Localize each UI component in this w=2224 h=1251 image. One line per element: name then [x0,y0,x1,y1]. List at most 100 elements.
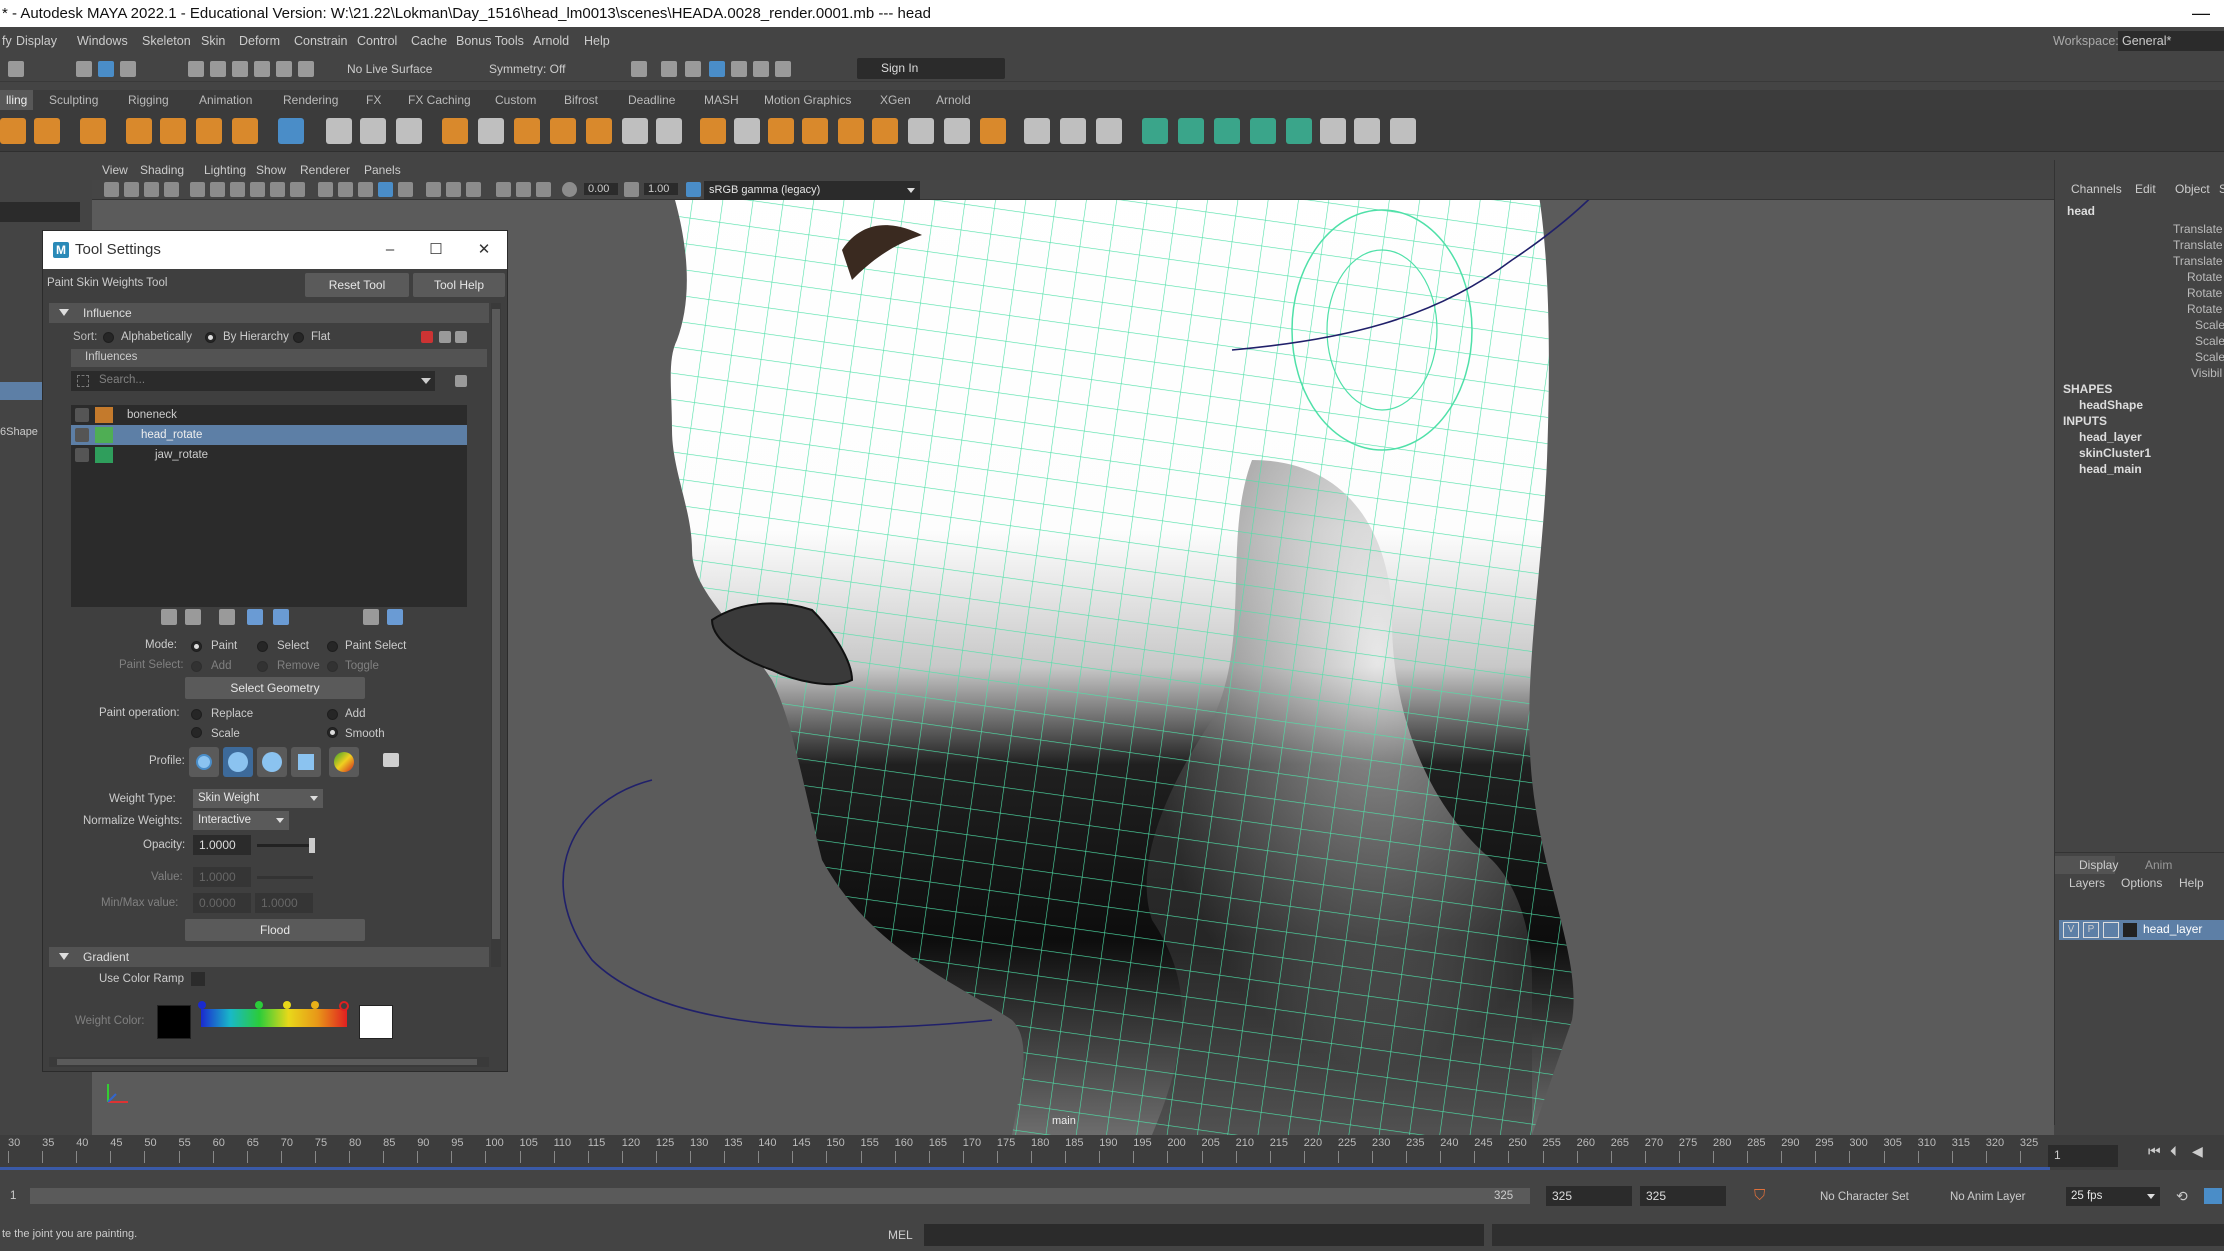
ruler-icon[interactable] [1060,118,1086,144]
wire-on-shaded-icon[interactable] [358,182,373,197]
cut-icon[interactable] [1390,118,1416,144]
shelf-tab-rendering[interactable]: Rendering [283,90,338,110]
layer-menu-options[interactable]: Options [2121,876,2162,890]
menu-cache[interactable]: Cache [411,27,447,56]
menu-help[interactable]: Help [584,27,610,56]
time-slider[interactable]: 30 35 40 45 50 55 60 65 70 75 80 85 90 95 100 105 110 115… [0,1135,2224,1170]
sign-in-button[interactable]: Sign In [857,58,1005,79]
attr-rotate-x[interactable]: Rotate [2187,270,2222,284]
vp-menu-shading[interactable]: Shading [140,160,184,180]
duplicate-icon[interactable] [734,118,760,144]
channel-tab-channels[interactable]: Channels [2071,182,2122,196]
influence-search-input[interactable]: Search... [71,371,435,391]
mel-label[interactable]: MEL [888,1228,913,1242]
tool-vertical-scrollbar[interactable] [491,303,501,967]
smooth-shade-icon[interactable] [338,182,353,197]
attr-translate-x[interactable]: Translate [2173,222,2223,236]
isolate-icon[interactable] [496,182,511,197]
outliner-filter[interactable] [0,202,80,222]
menu-control[interactable]: Control [357,27,397,56]
profile-solid-icon[interactable] [257,747,287,777]
bind-skin-icon[interactable] [80,118,106,144]
anim-layer-select[interactable]: No Anim Layer [1950,1191,2025,1203]
snap-view-icon[interactable] [254,61,270,77]
close-icon[interactable]: ✕ [461,231,507,269]
scissor-icon[interactable] [1354,118,1380,144]
field-chart-icon[interactable] [270,182,285,197]
snap-point-icon[interactable] [232,61,248,77]
undo-icon[interactable] [8,61,24,77]
curve-icon[interactable] [802,118,828,144]
resolution-gate-icon[interactable] [230,182,245,197]
weight-type-select[interactable]: Skin Weight [193,789,323,808]
layer-row-head-layer[interactable]: V P head_layer [2059,920,2224,940]
render-icon[interactable] [631,61,647,77]
shape-icon-5[interactable] [1286,118,1312,144]
tool-settings-titlebar[interactable]: M Tool Settings – ☐ ✕ [43,231,507,269]
layer-playback-toggle[interactable]: P [2083,922,2099,938]
menu-display[interactable]: Display [16,27,57,56]
range-start[interactable]: 1 [10,1190,16,1202]
exposure-field[interactable]: 0.00 [584,183,618,195]
show-influences-icon[interactable] [273,609,289,625]
auto-key-icon[interactable]: ⛉ [1754,1187,1765,1204]
ramp-key[interactable] [198,1001,206,1009]
arnold-render-icon[interactable] [753,61,769,77]
reset-sort-icon[interactable] [421,331,433,343]
mirror-weights-icon[interactable] [514,118,540,144]
ramp-key[interactable] [311,1001,319,1009]
vp-menu-renderer[interactable]: Renderer [300,160,350,180]
safe-action-icon[interactable] [290,182,305,197]
menu-windows[interactable]: Windows [77,27,128,56]
influence-section[interactable]: Influence [49,303,489,323]
influence-row-head-rotate[interactable]: head_rotate [71,425,467,445]
menu-skeleton[interactable]: Skeleton [142,27,191,56]
pause-icon[interactable] [775,61,791,77]
xray-joints-icon[interactable] [536,182,551,197]
use-color-ramp-checkbox[interactable] [191,972,205,986]
shelf-tab-fx[interactable]: FX [366,90,381,110]
ramp-key[interactable] [339,1001,349,1011]
shelf-tab-motion-graphics[interactable]: Motion Graphics [764,90,851,110]
joint-tool-icon[interactable] [0,118,26,144]
select-object-icon[interactable] [120,61,136,77]
shelf-tab-rigging[interactable]: Rigging [128,90,169,110]
wireframe-icon[interactable] [318,182,333,197]
paint-select-toggle-radio[interactable] [327,661,338,672]
shelf-tab-fx-caching[interactable]: FX Caching [408,90,471,110]
layer-menu-help[interactable]: Help [2179,876,2204,890]
shape-icon-3[interactable] [1214,118,1240,144]
select-mode-icon[interactable] [76,61,92,77]
symmetry-label[interactable]: Symmetry: Off [489,62,565,76]
attr-rotate-z[interactable]: Rotate [2187,302,2222,316]
attr-translate-z[interactable]: Translate [2173,254,2223,268]
shape-name[interactable]: headShape [2079,398,2143,412]
browse-folder-icon[interactable] [383,753,399,767]
flood-button[interactable]: Flood [185,919,365,941]
snap-grid-icon[interactable] [188,61,204,77]
value-slider[interactable] [257,876,313,879]
motion-blur-icon[interactable] [466,182,481,197]
shelf-tab-custom[interactable]: Custom [495,90,536,110]
film-gate-icon[interactable] [210,182,225,197]
shelf-tab-animation[interactable]: Animation [199,90,252,110]
channel-tab-object[interactable]: Object [2175,182,2210,196]
lock-icon[interactable] [75,428,89,442]
image-plane-icon[interactable] [164,182,179,197]
menu-arnold[interactable]: Arnold [533,27,569,56]
menu-modify[interactable]: fy [2,27,12,56]
range-end-field[interactable]: 325 [1546,1186,1632,1206]
exposure-icon[interactable] [562,182,577,197]
preferences-icon[interactable] [2204,1188,2222,1204]
shelf-tab-sculpting[interactable]: Sculpting [49,90,98,110]
attr-rotate-y[interactable]: Rotate [2187,286,2222,300]
max-value-field[interactable]: 1.0000 [255,893,313,913]
profile-soft-icon[interactable] [223,747,253,777]
svg-tool-icon[interactable] [232,118,258,144]
shelf-tab-bifrost[interactable]: Bifrost [564,90,598,110]
ambient-occlusion-icon[interactable] [446,182,461,197]
select-geometry-button[interactable]: Select Geometry [185,677,365,699]
snap-curve-icon[interactable] [210,61,226,77]
channel-tab-more[interactable]: S [2219,182,2224,196]
reset-tool-button[interactable]: Reset Tool [305,273,409,297]
